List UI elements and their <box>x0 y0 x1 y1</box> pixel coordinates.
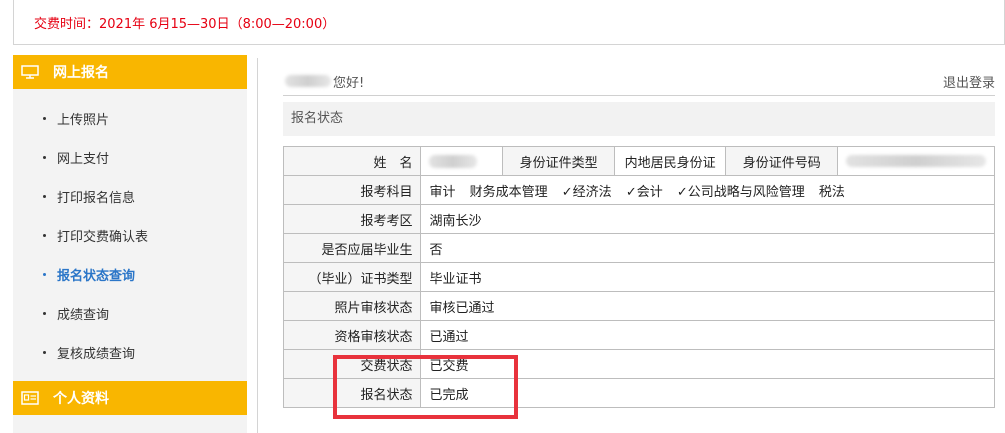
sidebar-item-online-payment[interactable]: 网上支付 <box>13 138 247 177</box>
subjects-value: 审计 财务成本管理 ✓经济法 ✓会计 ✓公司战略与风险管理 税法 <box>420 175 995 205</box>
sidebar-section-online-registration[interactable]: 网上报名 <box>13 55 247 89</box>
table-row: 报考考区 湖南长沙 <box>282 204 995 234</box>
sidebar-section-title: 网上报名 <box>53 65 109 81</box>
greeting-row: 您好! 退出登录 <box>283 66 995 96</box>
bullet-icon <box>43 117 46 120</box>
photo-review-label: 照片审核状态 <box>282 291 422 321</box>
name-label: 姓 名 <box>282 146 422 176</box>
photo-review-value: 审核已通过 <box>420 291 995 321</box>
table-row: 报考科目 审计 财务成本管理 ✓经济法 ✓会计 ✓公司战略与风险管理 税法 <box>282 175 995 205</box>
id-number-value <box>837 146 995 176</box>
redacted-username <box>285 75 331 87</box>
sidebar-item-label: 复核成绩查询 <box>57 347 136 362</box>
payment-time-notice: 交费时间：2021年 6月15—30日（8:00—20:00） <box>34 17 336 32</box>
payment-status-value: 已交费 <box>420 349 995 379</box>
registration-status-value: 已完成 <box>420 378 995 408</box>
subject-item: ✓会计 <box>625 184 663 200</box>
sidebar-item-label: 打印交费确认表 <box>57 230 149 245</box>
sidebar-item-upload-photo[interactable]: 上传照片 <box>13 99 247 138</box>
greeting-text: 您好! <box>333 76 365 91</box>
bullet-icon <box>43 234 46 237</box>
bullet-icon <box>43 312 46 315</box>
sidebar-item-registration-status[interactable]: 报名状态查询 <box>13 255 247 294</box>
registration-status-label: 报名状态 <box>282 378 422 408</box>
name-value <box>420 146 504 176</box>
sidebar-item-label: 网上支付 <box>57 152 110 167</box>
registration-info-table: 姓 名 身份证件类型 内地居民身份证 身份证件号码 报考科目 审计 财务成本管理… <box>282 146 995 408</box>
subject-item: 审计 <box>429 184 456 200</box>
table-row: 是否应届毕业生 否 <box>282 233 995 263</box>
fresh-graduate-value: 否 <box>420 233 995 263</box>
id-type-label: 身份证件类型 <box>502 146 615 176</box>
sidebar: 网上报名 上传照片 网上支付 打印报名信息 打印交费确认表 报名状态查询 成绩查… <box>13 55 247 433</box>
bullet-icon <box>43 156 46 159</box>
table-row: 照片审核状态 审核已通过 <box>282 291 995 321</box>
sidebar-item-score-review-query[interactable]: 复核成绩查询 <box>13 333 247 372</box>
table-row: 资格审核状态 已通过 <box>282 320 995 350</box>
divider <box>257 58 258 433</box>
sidebar-item-label: 上传照片 <box>57 113 110 128</box>
logout-link[interactable]: 退出登录 <box>943 72 995 91</box>
exam-area-value: 湖南长沙 <box>420 204 995 234</box>
sidebar-menu: 上传照片 网上支付 打印报名信息 打印交费确认表 报名状态查询 成绩查询 复核成… <box>13 89 247 380</box>
table-row: （毕业）证书类型 毕业证书 <box>282 262 995 292</box>
payment-status-label: 交费状态 <box>282 349 422 379</box>
sidebar-section-title: 个人资料 <box>53 391 109 407</box>
sidebar-item-label: 打印报名信息 <box>57 191 136 206</box>
bullet-icon <box>43 195 46 198</box>
monitor-icon <box>21 65 39 79</box>
bullet-icon <box>43 273 46 276</box>
id-number-label: 身份证件号码 <box>725 146 838 176</box>
section-title-registration-status: 报名状态 <box>283 102 995 136</box>
certificate-type-value: 毕业证书 <box>420 262 995 292</box>
id-type-value: 内地居民身份证 <box>613 146 727 176</box>
sidebar-item-label: 成绩查询 <box>57 308 110 323</box>
exam-area-label: 报考考区 <box>282 204 422 234</box>
table-row: 交费状态 已交费 <box>282 349 995 379</box>
sidebar-item-label: 报名状态查询 <box>57 269 136 284</box>
redacted-id-number <box>846 155 986 167</box>
certificate-type-label: （毕业）证书类型 <box>282 262 422 292</box>
subject-item: 税法 <box>818 184 845 200</box>
sidebar-section-personal-info[interactable]: 个人资料 <box>13 381 247 415</box>
subjects-label: 报考科目 <box>282 175 422 205</box>
fresh-graduate-label: 是否应届毕业生 <box>282 233 422 263</box>
subject-item: ✓公司战略与风险管理 <box>676 184 805 200</box>
sidebar-item-score-query[interactable]: 成绩查询 <box>13 294 247 333</box>
redacted-name <box>429 154 478 168</box>
subject-item: ✓经济法 <box>561 184 612 200</box>
notice-banner: 交费时间：2021年 6月15—30日（8:00—20:00） <box>13 0 1005 45</box>
sidebar-item-print-payment-confirmation[interactable]: 打印交费确认表 <box>13 216 247 255</box>
qualification-review-value: 已通过 <box>420 320 995 350</box>
bullet-icon <box>43 351 46 354</box>
subject-item: 财务成本管理 <box>469 184 548 200</box>
id-card-icon <box>21 391 39 405</box>
table-row: 姓 名 身份证件类型 内地居民身份证 身份证件号码 <box>282 146 995 176</box>
sidebar-item-print-registration[interactable]: 打印报名信息 <box>13 177 247 216</box>
table-row: 报名状态 已完成 <box>282 378 995 408</box>
qualification-review-label: 资格审核状态 <box>282 320 422 350</box>
